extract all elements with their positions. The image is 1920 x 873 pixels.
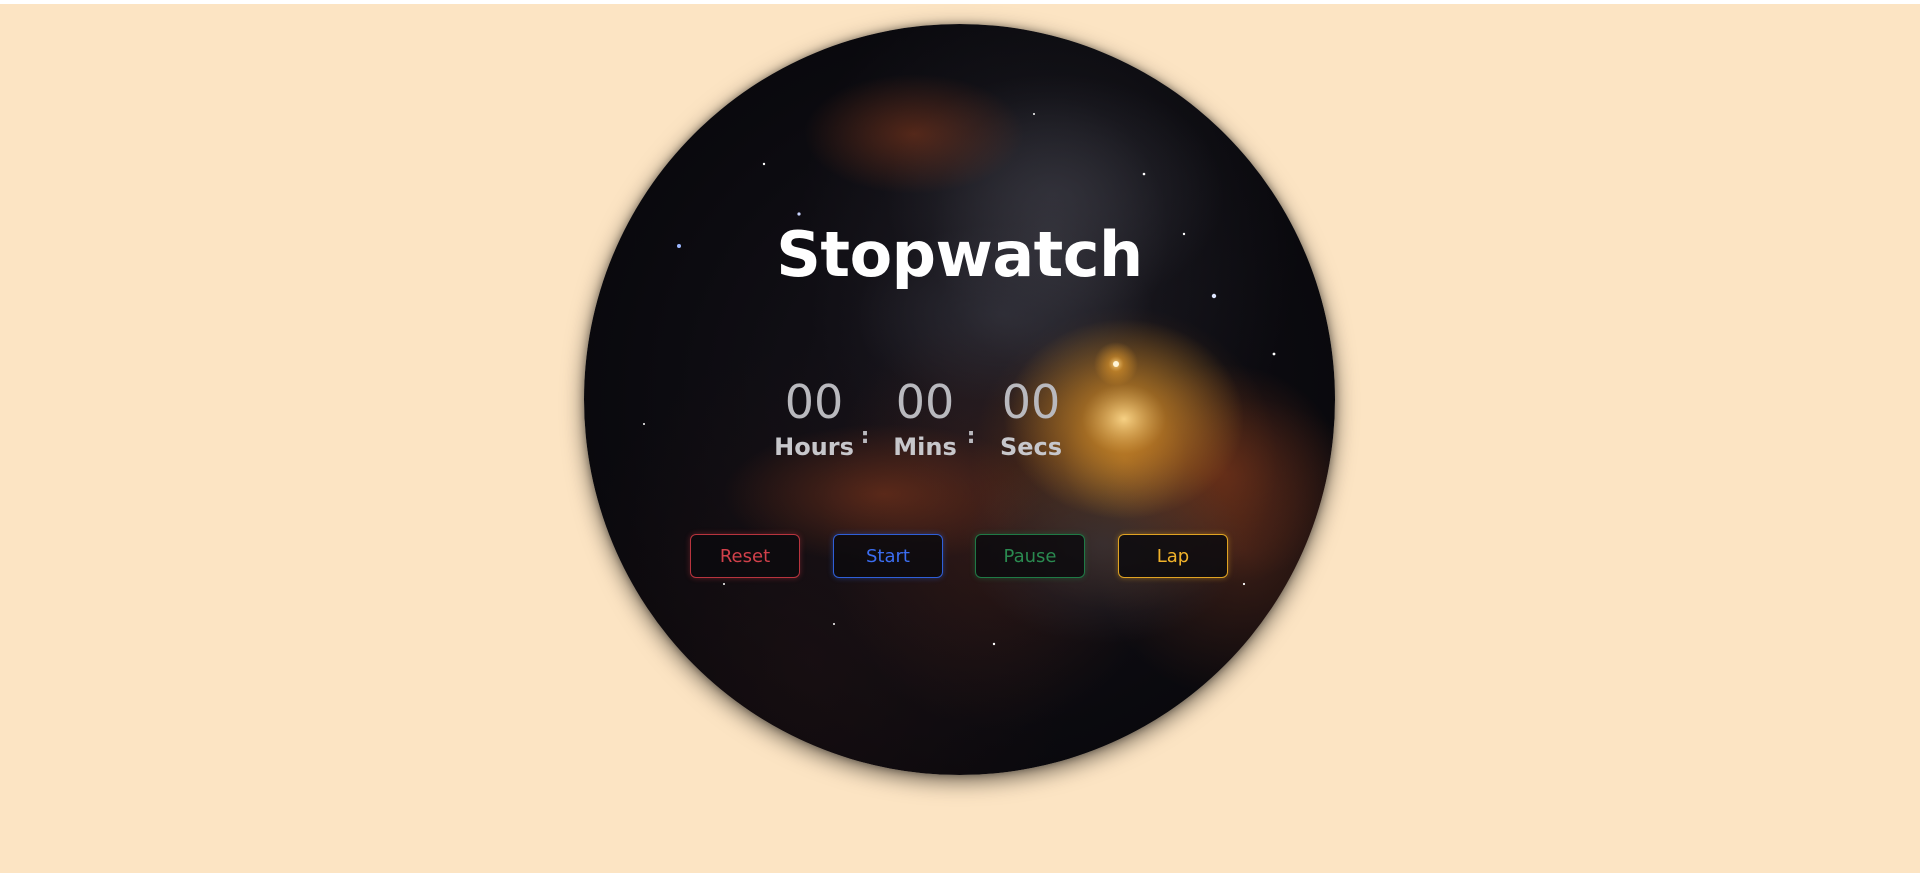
hours-value: 00 bbox=[784, 375, 844, 429]
seconds-value: 00 bbox=[1001, 375, 1061, 429]
seconds-label: Secs bbox=[999, 433, 1063, 461]
start-button[interactable]: Start bbox=[833, 534, 943, 578]
hours-unit: 00 Hours bbox=[759, 374, 869, 464]
minutes-value: 00 bbox=[895, 375, 955, 429]
hours-label: Hours bbox=[774, 433, 854, 461]
lap-button[interactable]: Lap bbox=[1118, 534, 1228, 578]
seconds-unit: 00 Secs bbox=[976, 374, 1086, 464]
page-title: Stopwatch bbox=[776, 218, 1143, 291]
time-display: 00 Hours : 00 Mins : 00 Secs bbox=[584, 374, 1335, 484]
pause-button[interactable]: Pause bbox=[975, 534, 1085, 578]
stopwatch-dial: Stopwatch 00 Hours : 00 Mins : 00 Secs R… bbox=[584, 24, 1335, 775]
reset-button[interactable]: Reset bbox=[690, 534, 800, 578]
top-edge-strip bbox=[0, 0, 1920, 4]
minutes-unit: 00 Mins bbox=[870, 374, 980, 464]
